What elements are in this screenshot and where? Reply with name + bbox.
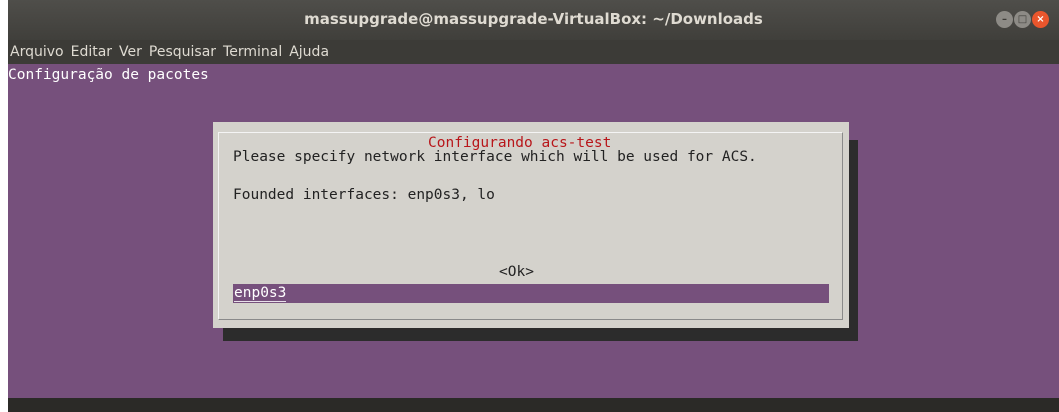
backtitle: Configuração de pacotes bbox=[8, 67, 209, 83]
menu-item-ver[interactable]: Ver bbox=[119, 44, 142, 60]
dialog-prompt: Please specify network interface which w… bbox=[233, 149, 757, 165]
config-dialog: Configurando acs-test Please specify net… bbox=[213, 122, 849, 328]
dialog-info: Founded interfaces: enp0s3, lo bbox=[233, 187, 495, 203]
interface-input-value: enp0s3 bbox=[234, 285, 287, 302]
menu-item-arquivo[interactable]: Arquivo bbox=[10, 44, 64, 60]
menu-item-editar[interactable]: Editar bbox=[71, 44, 112, 60]
terminal-window: massupgrade@massupgrade-VirtualBox: ~/Do… bbox=[8, 0, 1059, 412]
interface-input[interactable]: enp0s3 bbox=[233, 284, 829, 303]
menu-bar: Arquivo Editar Ver Pesquisar Terminal Aj… bbox=[8, 40, 1059, 64]
ok-button[interactable]: <Ok> bbox=[499, 264, 534, 280]
title-bar[interactable]: massupgrade@massupgrade-VirtualBox: ~/Do… bbox=[8, 0, 1059, 40]
window-title: massupgrade@massupgrade-VirtualBox: ~/Do… bbox=[304, 10, 763, 28]
close-icon[interactable]: × bbox=[1032, 11, 1049, 28]
menu-item-terminal[interactable]: Terminal bbox=[223, 44, 282, 60]
maximize-icon[interactable]: □ bbox=[1014, 11, 1031, 28]
bottom-strip bbox=[8, 398, 1059, 412]
terminal-area[interactable]: Configuração de pacotes Configurando acs… bbox=[8, 64, 1059, 398]
menu-item-ajuda[interactable]: Ajuda bbox=[289, 44, 329, 60]
minimize-icon[interactable]: – bbox=[996, 11, 1013, 28]
menu-item-pesquisar[interactable]: Pesquisar bbox=[149, 44, 216, 60]
